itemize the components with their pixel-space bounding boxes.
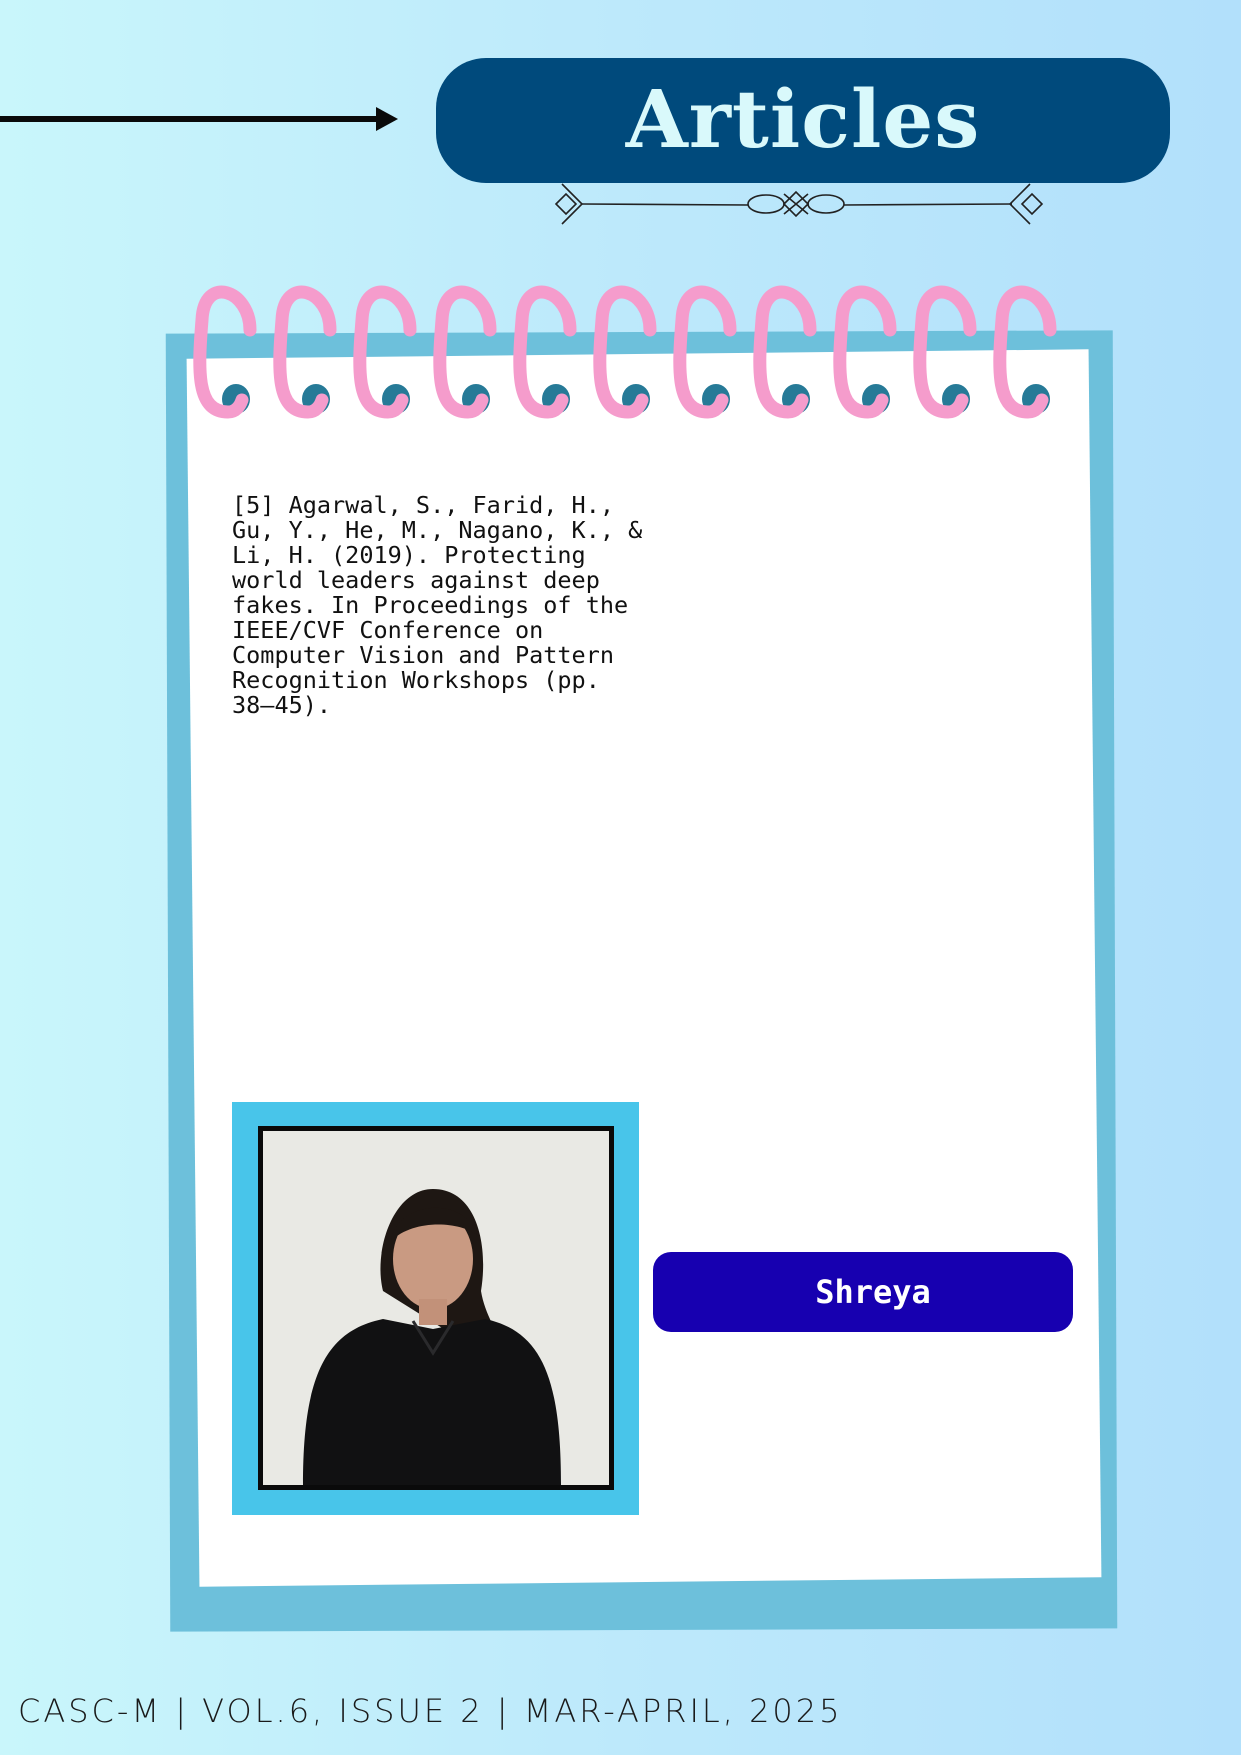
spiral-binding-icon — [193, 280, 1070, 430]
author-name-badge: Shreya — [653, 1252, 1073, 1332]
issue-footer: CASC-M | VOL.6, ISSUE 2 | MAR-APRIL, 202… — [18, 1692, 843, 1730]
author-name: Shreya — [815, 1273, 931, 1311]
author-photo — [258, 1126, 614, 1490]
arrow-head-icon — [376, 107, 398, 131]
divider-ornament-icon — [554, 183, 1044, 225]
reference-text: [5] Agarwal, S., Farid, H., Gu, Y., He, … — [232, 491, 643, 719]
page-title: Articles — [625, 71, 981, 166]
arrow-line — [0, 116, 388, 122]
title-banner: Articles — [436, 58, 1170, 183]
person-portrait-icon — [263, 1131, 609, 1485]
author-photo-frame — [232, 1102, 639, 1515]
